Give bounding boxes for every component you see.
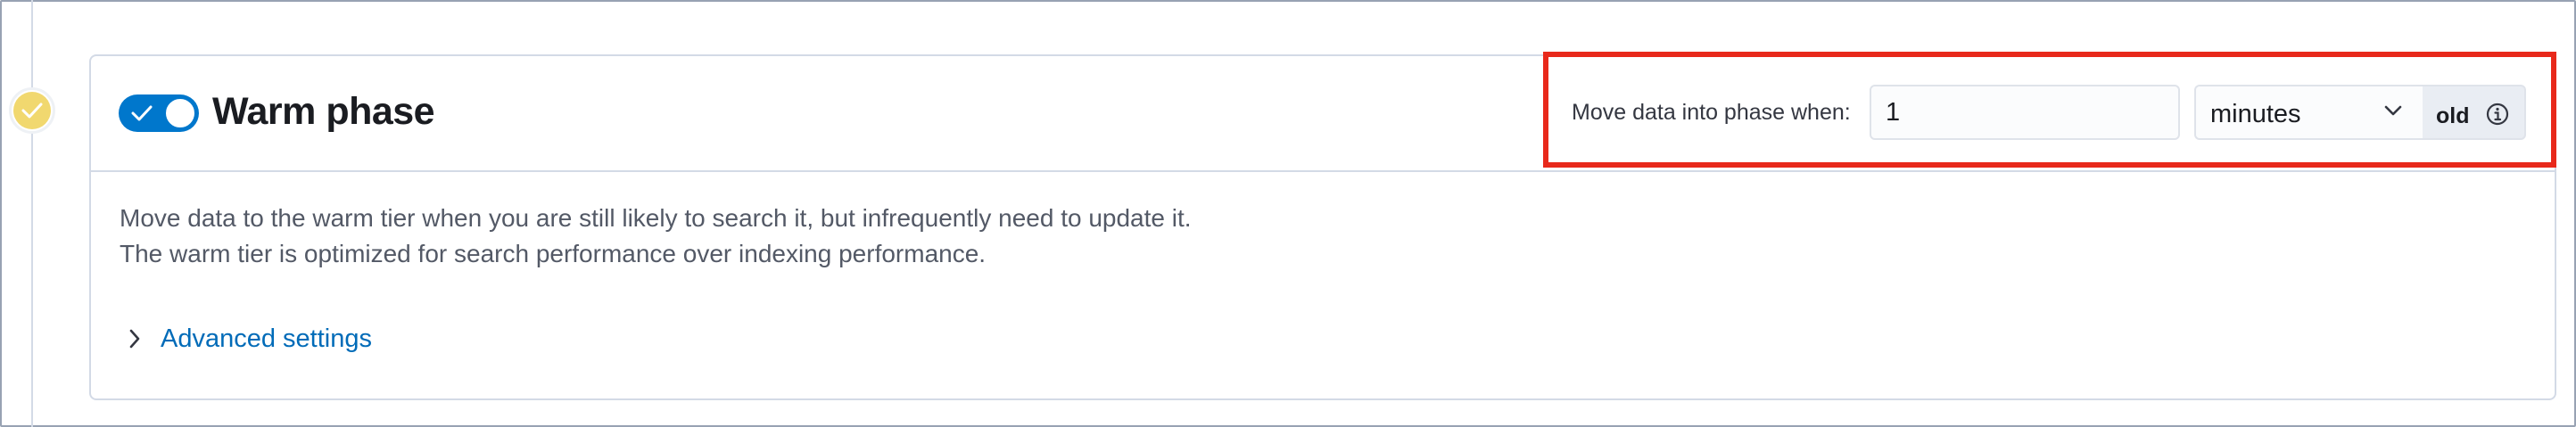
highlight-box bbox=[1543, 52, 2556, 168]
phase-description-line-1: Move data to the warm tier when you are … bbox=[120, 204, 1192, 232]
timeline-line bbox=[31, 0, 33, 427]
phase-title: Warm phase bbox=[212, 90, 435, 133]
check-icon bbox=[131, 104, 153, 127]
check-icon bbox=[13, 92, 51, 129]
phase-description-line-2: The warm tier is optimized for search pe… bbox=[120, 240, 987, 267]
toggle-knob bbox=[164, 97, 196, 129]
phase-status-indicator bbox=[9, 87, 55, 134]
warm-phase-toggle[interactable] bbox=[119, 94, 199, 132]
advanced-settings-link[interactable]: Advanced settings bbox=[161, 324, 372, 354]
chevron-right-icon bbox=[128, 328, 141, 354]
advanced-settings-toggle[interactable]: Advanced settings bbox=[128, 319, 372, 358]
